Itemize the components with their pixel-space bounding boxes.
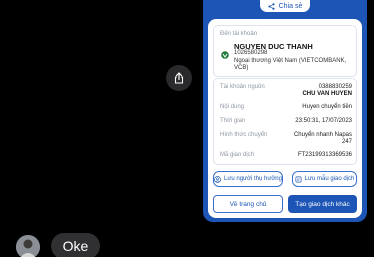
detail-row-content: Nội dung Huyen chuyển tiền [214,104,358,111]
recipient-label: Đến tài khoản [220,31,258,37]
detail-label: Mã giao dịch [220,152,255,158]
detail-label: Tài khoản nguồn [220,84,265,90]
detail-row-source-account: Tài khoản nguồn 0388830259 CHU VAN HUYEN [214,84,358,98]
share-button[interactable] [166,65,192,91]
detail-row-transaction-id: Mã giao dịch FT23199313369536 [214,152,358,159]
recipient-bank: Ngoại thương Việt Nam (VIETCOMBANK, VCB) [234,58,347,71]
save-template-button[interactable]: Lưu mẫu giao dịch [292,171,357,187]
detail-value-secondary: CHU VAN HUYEN [302,91,352,97]
transfer-receipt-image[interactable]: Chia sẻ Đến tài khoản NGUYEN DUC THANH 1… [203,0,367,222]
new-transaction-label: Tạo giao dịch khác [295,200,350,208]
detail-value: Huyen chuyển tiền [302,104,352,110]
chat-message-text: Oke [62,238,89,254]
user-icon [214,175,221,183]
save-recipient-button[interactable]: Lưu người thụ hưởng [213,171,283,187]
detail-value-secondary: 247 [341,139,352,145]
sender-avatar[interactable] [16,235,40,257]
vietcombank-logo-icon [221,51,229,59]
share-label: Chia sẻ [278,2,303,10]
home-button-label: Về trang chủ [229,200,267,208]
template-icon [295,176,302,182]
recipient-box: Đến tài khoản NGUYEN DUC THANH 102658029… [213,25,357,77]
save-template-label: Lưu mẫu giao dịch [304,176,355,182]
person-avatar-icon [16,235,40,257]
detail-value: FT23199313369536 [297,152,352,158]
share-nodes-icon [267,2,275,10]
chat-message-bubble[interactable]: Oke [51,233,100,257]
transaction-details-box: Tài khoản nguồn 0388830259 CHU VAN HUYEN… [213,78,357,165]
home-button[interactable]: Về trang chủ [213,195,283,213]
detail-row-time: Thời gian 23:50:31, 17/07/2023 [214,118,358,125]
new-transaction-button[interactable]: Tạo giao dịch khác [288,195,357,213]
detail-value: Chuyển nhanh Napas [293,132,352,138]
receipt-card: Đến tài khoản NGUYEN DUC THANH 102658029… [208,19,362,218]
receipt-share-button: Chia sẻ [260,0,310,12]
detail-value: 23:50:31, 17/07/2023 [295,118,352,124]
detail-value: 0388830259 [318,84,352,90]
detail-label: Thời gian [220,118,246,124]
share-up-icon [174,72,184,84]
detail-label: Nội dung [220,104,245,110]
detail-row-transfer-method: Hình thức chuyển Chuyển nhanh Napas 247 [214,132,358,146]
detail-label: Hình thức chuyển [220,132,268,138]
save-recipient-label: Lưu người thụ hưởng [224,176,282,182]
recipient-account-number: 1026580298 [234,50,268,56]
